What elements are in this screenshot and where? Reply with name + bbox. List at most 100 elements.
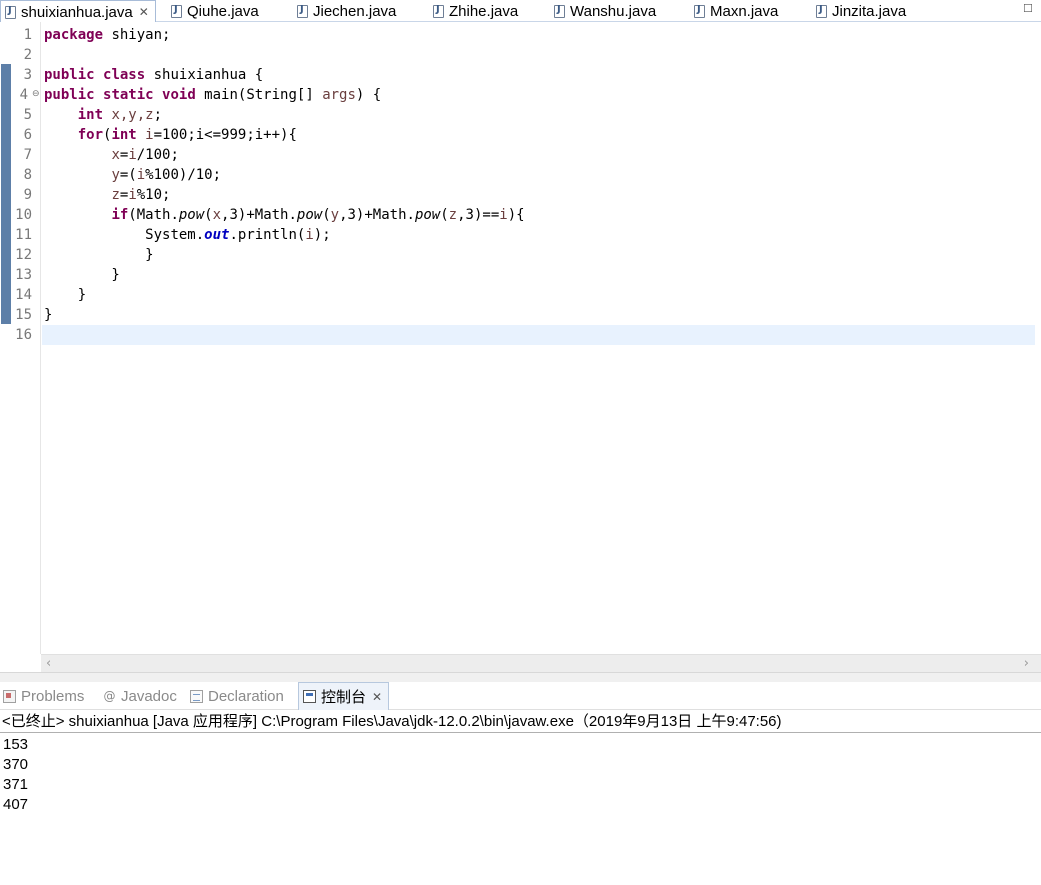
code-line: package shiyan; [44,25,170,45]
code-text: ( [440,207,449,223]
tab-label: Jiechen.java [313,2,397,20]
line-number: 14 [15,287,32,303]
code-text: ; [153,107,163,123]
panel-divider[interactable] [0,672,1041,682]
method: pow [296,207,323,223]
keyword: void [162,87,196,103]
code-line: x=i/100; [44,145,178,165]
tab-zhihe[interactable]: Zhihe.java [433,0,518,22]
editor-tab-bar: shuixianhua.java ✕ Qiuhe.java Jiechen.ja… [0,0,1041,23]
code-text: System. [145,227,205,243]
declaration-icon [190,689,203,703]
tab-problems[interactable]: Problems [3,682,84,710]
method: pow [178,207,205,223]
code-text: (Math. [128,207,179,223]
line-number: 10 [15,207,32,223]
tab-console[interactable]: 控制台 ✕ [298,682,390,710]
line-number: 5 [23,107,32,123]
java-file-icon [816,4,827,18]
variable: i [499,207,508,223]
variable: z [448,207,458,223]
tab-declaration[interactable]: Declaration [190,682,284,710]
line-number: 4 [19,87,28,103]
variable: x,y,z [103,107,154,123]
code-text: ,3)+Math. [221,207,297,223]
tab-label: Declaration [208,687,284,705]
line-number: 1 [23,27,32,43]
fold-collapse-icon[interactable]: ⊖ [32,89,40,99]
line-number: 7 [23,147,32,163]
console-output-line: 407 [3,796,29,813]
code-text: %100)/10; [145,167,222,183]
code-text: shiyan; [103,27,171,43]
code-text: ){ [507,207,525,223]
code-line: } [44,287,87,303]
tab-javadoc[interactable]: @ Javadoc [103,682,177,710]
problems-icon [3,689,16,703]
code-text: ,3)+Math. [339,207,415,223]
java-file-icon [5,5,16,19]
tab-wanshu[interactable]: Wanshu.java [554,0,656,22]
code-text: ,3)== [457,207,500,223]
code-text: ) { [355,87,382,103]
variable: i [128,147,137,163]
line-number: 11 [15,227,32,243]
tab-label: Qiuhe.java [187,2,259,20]
console-icon [303,690,316,703]
code-line: System.out.println(i); [44,225,331,245]
code-line: for(int i=100;i<=999;i++){ [44,125,297,145]
tab-maxn[interactable]: Maxn.java [694,0,778,22]
horizontal-scrollbar[interactable]: ‹ › [41,654,1041,672]
code-text: =( [119,167,137,183]
code-line: z=i%10; [44,185,170,205]
code-text: =100;i<=999;i++){ [153,127,297,143]
line-number: 3 [23,67,32,83]
tab-jiechen[interactable]: Jiechen.java [297,0,396,22]
tab-shuixianhua[interactable]: shuixianhua.java ✕ [0,0,156,23]
tab-jinzita[interactable]: Jinzita.java [816,0,906,22]
code-editor[interactable]: 1 2 3 4 ⊖ 5 6 7 8 9 10 11 12 13 14 15 16… [0,22,1041,672]
code-line: y=(i%100)/10; [44,165,221,185]
variable: i [128,187,137,203]
variable: x [212,207,222,223]
tab-label: Wanshu.java [570,2,657,20]
method: pow [414,207,441,223]
tab-qiuhe[interactable]: Qiuhe.java [171,0,259,22]
tab-overflow-icon[interactable]: ☐ [1023,2,1037,16]
console-output-line: 371 [3,776,29,793]
java-file-icon [297,4,308,18]
keyword: for [77,127,104,143]
variable: i [136,127,154,143]
close-icon[interactable]: ✕ [139,5,149,19]
tab-label: Maxn.java [710,2,779,20]
scroll-left-icon[interactable]: ‹ [46,656,51,671]
line-number: 13 [15,267,32,283]
tab-label: 控制台 [321,689,367,706]
code-line: } [44,267,120,283]
keyword: int [77,107,104,123]
variable: y [111,167,120,183]
variable: z [111,187,120,203]
variable: y [330,207,340,223]
java-file-icon [694,4,705,18]
code-line: } [44,307,53,323]
tab-label: Javadoc [121,687,177,705]
scroll-right-icon[interactable]: › [1024,656,1029,671]
tab-label: Jinzita.java [832,2,907,20]
keyword: static [103,87,154,103]
keyword: if [111,207,129,223]
keyword: package [44,27,104,43]
tab-label: Problems [21,687,85,705]
quick-diff-ruler [0,22,12,672]
variable: i [305,227,314,243]
close-icon[interactable]: ✕ [372,690,382,704]
code-text: ); [313,227,331,243]
code-text: ( [322,207,331,223]
line-number: 6 [23,127,32,143]
bottom-panel-tabs: Problems @ Javadoc Declaration 控制台 ✕ [0,682,1041,710]
static-field: out [204,227,230,243]
